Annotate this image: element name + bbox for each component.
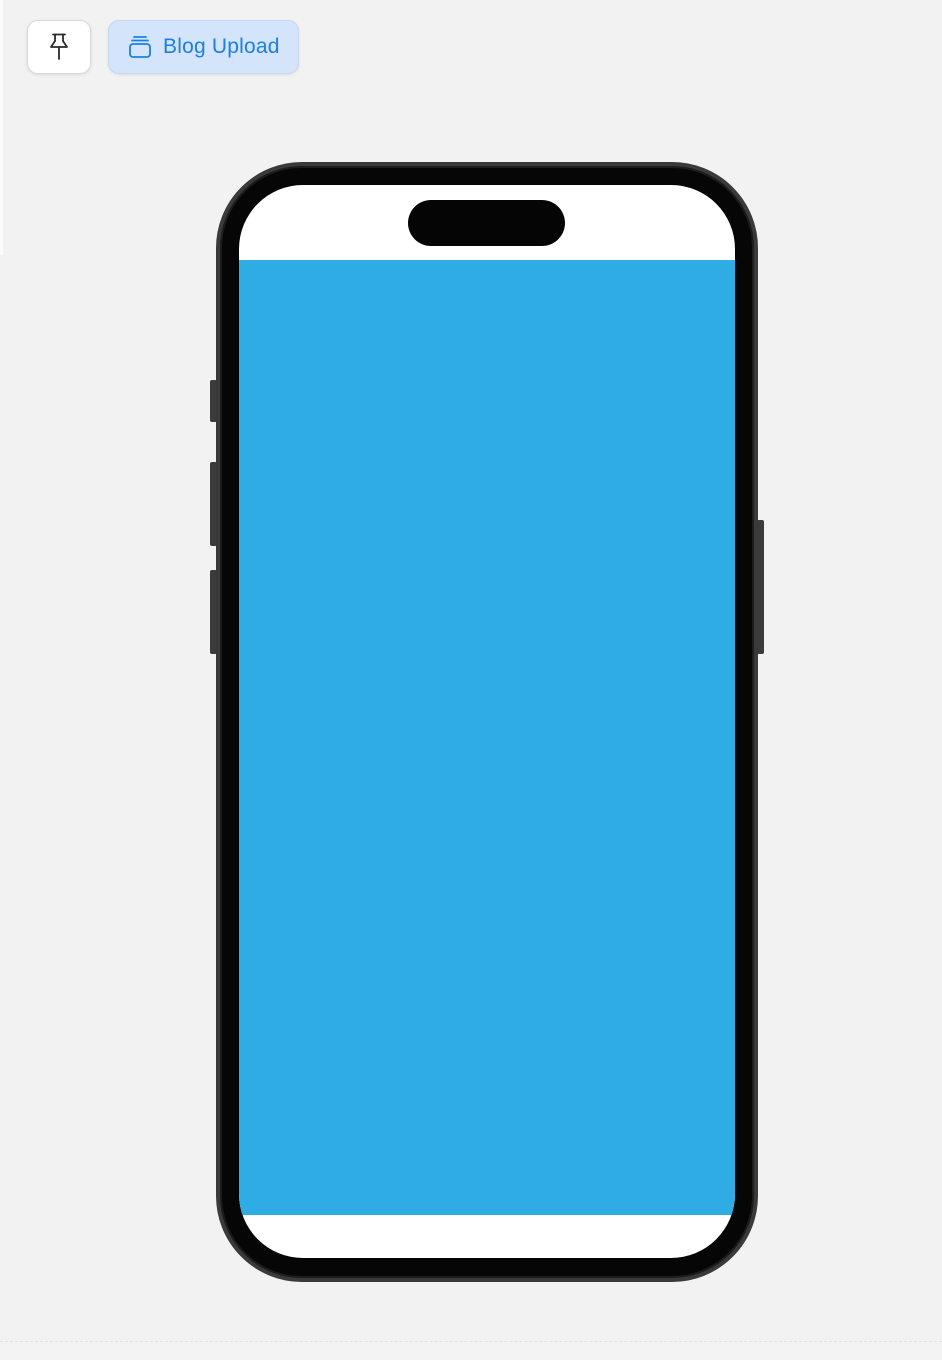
- phone-power-button: [757, 520, 764, 654]
- preview-target-label: Blog Upload: [163, 35, 280, 58]
- phone-screen[interactable]: [239, 185, 735, 1258]
- preview-target-button[interactable]: Blog Upload: [108, 20, 299, 74]
- pin-icon: [47, 32, 71, 62]
- stacked-window-icon: [127, 34, 153, 60]
- dynamic-island: [408, 200, 565, 246]
- app-content-area[interactable]: [239, 260, 735, 1215]
- sidebar-edge: [0, 0, 3, 255]
- pin-button[interactable]: [27, 20, 91, 74]
- bottom-scrollbar-track: [0, 1341, 942, 1360]
